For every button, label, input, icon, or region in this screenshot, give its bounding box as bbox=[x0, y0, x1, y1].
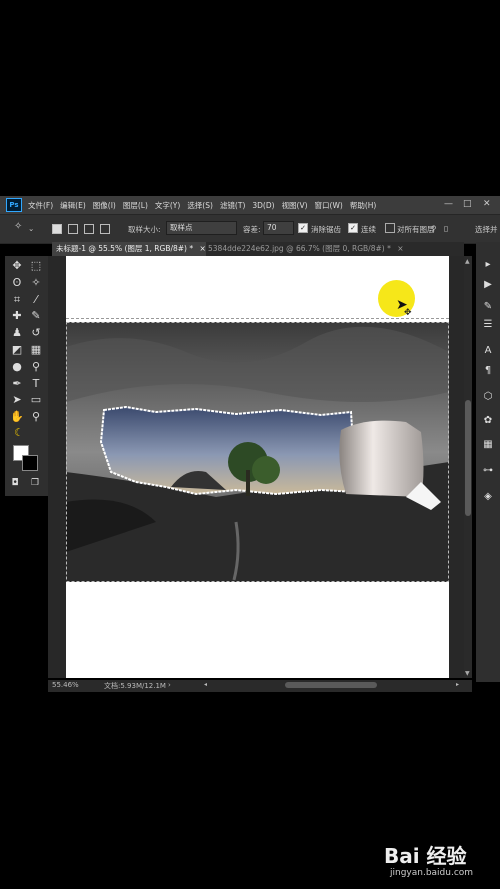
collapse-dock-icon[interactable]: ▸ bbox=[481, 258, 495, 272]
menu-image[interactable]: 图像(I) bbox=[93, 200, 116, 211]
all-layers-label: 对所有图层 bbox=[397, 225, 435, 234]
menu-help[interactable]: 帮助(H) bbox=[350, 200, 377, 211]
sample-size-label: 取样大小: bbox=[128, 225, 161, 234]
baidu-watermark: Bai 经验 jingyan.baidu.com bbox=[384, 830, 494, 885]
contiguous-label: 连续 bbox=[361, 225, 376, 234]
menu-file[interactable]: 文件(F) bbox=[28, 200, 53, 211]
vertical-scroll-thumb[interactable] bbox=[465, 400, 471, 516]
canvas-photo[interactable] bbox=[66, 322, 449, 582]
menu-3d[interactable]: 3D(D) bbox=[252, 201, 274, 210]
intersect-selection-icon[interactable] bbox=[100, 224, 110, 234]
select-subject-button[interactable]: 选择并 bbox=[475, 224, 498, 235]
scroll-right-icon[interactable]: ▸ bbox=[456, 681, 459, 688]
brush-settings-icon[interactable]: ✎ bbox=[481, 300, 495, 314]
scroll-left-icon[interactable]: ◂ bbox=[204, 681, 207, 688]
subtract-selection-icon[interactable] bbox=[84, 224, 94, 234]
magic-wand-tool-icon[interactable]: ✧ bbox=[27, 275, 45, 291]
pen-tool-icon[interactable]: ✒ bbox=[8, 376, 26, 392]
search-icon[interactable]: ⚲ bbox=[431, 224, 437, 233]
add-selection-icon[interactable] bbox=[68, 224, 78, 234]
options-bar: ✧ ⌄ 取样大小: 取样点 容差: 70 ✓ 消除锯齿 ✓ 连续 对所有图层 ⚲… bbox=[0, 214, 500, 244]
marquee-tool-icon[interactable]: ⬚ bbox=[27, 258, 45, 274]
horizontal-scroll-thumb[interactable] bbox=[285, 682, 377, 688]
hand-tool-icon[interactable]: ✋ bbox=[8, 409, 26, 425]
zoom-level[interactable]: 55.46% bbox=[52, 681, 79, 689]
gradient-tool-icon[interactable]: ▦ bbox=[27, 342, 45, 358]
move-cursor-icon: ✥ bbox=[404, 308, 412, 318]
banana-icon: ☾ bbox=[14, 426, 24, 439]
quick-mask-icon[interactable]: ◘ bbox=[6, 475, 24, 491]
workspace-icon[interactable]: ▯ bbox=[444, 224, 448, 233]
paths-icon[interactable]: ⊶ bbox=[481, 464, 495, 478]
tab-label: 未标题-1 @ 55.5% (图层 1, RGB/8#) * bbox=[56, 244, 194, 253]
menu-view[interactable]: 视图(V) bbox=[282, 200, 308, 211]
history-brush-tool-icon[interactable]: ↺ bbox=[27, 325, 45, 341]
paragraph-icon[interactable]: ¶ bbox=[481, 364, 495, 378]
all-layers-checkbox[interactable] bbox=[385, 223, 395, 233]
paper-curl bbox=[339, 420, 424, 497]
play-icon[interactable]: ▶ bbox=[481, 278, 495, 292]
minimize-button[interactable]: — bbox=[444, 199, 453, 209]
scroll-up-icon[interactable]: ▲ bbox=[465, 258, 470, 265]
new-selection-icon[interactable] bbox=[52, 224, 62, 234]
menu-window[interactable]: 窗口(W) bbox=[315, 200, 343, 211]
contiguous-checkbox[interactable]: ✓ bbox=[348, 223, 358, 233]
swatches-icon[interactable]: ▦ bbox=[481, 438, 495, 452]
anti-alias-checkbox[interactable]: ✓ bbox=[298, 223, 308, 233]
lasso-tool-icon[interactable]: ʘ bbox=[8, 275, 26, 291]
scroll-down-icon[interactable]: ▼ bbox=[465, 670, 470, 677]
menu-edit[interactable]: 编辑(E) bbox=[60, 200, 86, 211]
tab-label: 5384dde224e62.jpg @ 66.7% (图层 0, RGB/8#)… bbox=[208, 244, 391, 253]
type-tool-icon[interactable]: T bbox=[27, 376, 45, 392]
tolerance-input[interactable]: 70 bbox=[263, 221, 294, 235]
3d-icon[interactable]: ⬡ bbox=[481, 390, 495, 404]
tree-canopy bbox=[252, 456, 280, 484]
menu-type[interactable]: 文字(Y) bbox=[155, 200, 180, 211]
document-tabs: 未标题-1 @ 55.5% (图层 1, RGB/8#) * × 5384dde… bbox=[52, 242, 464, 256]
move-tool-icon[interactable]: ✥ bbox=[8, 258, 26, 274]
magic-wand-icon[interactable]: ✧ bbox=[14, 221, 22, 232]
crop-tool-icon[interactable]: ⌗ bbox=[8, 292, 26, 308]
dodge-tool-icon[interactable]: ⚲ bbox=[27, 359, 45, 375]
background-color-swatch[interactable] bbox=[22, 455, 38, 471]
adjust-icon[interactable]: ☰ bbox=[481, 318, 495, 332]
healing-tool-icon[interactable]: ✚ bbox=[8, 308, 26, 324]
maximize-button[interactable]: □ bbox=[463, 199, 472, 209]
brush-tool-icon[interactable]: ✎ bbox=[27, 308, 45, 324]
torn-color-strip bbox=[99, 405, 358, 496]
document-size: 文档:5.93M/12.1M bbox=[104, 682, 166, 690]
baidu-url: jingyan.baidu.com bbox=[390, 868, 474, 878]
eyedropper-tool-icon[interactable]: ⁄ bbox=[27, 292, 45, 308]
menu-select[interactable]: 选择(S) bbox=[187, 200, 213, 211]
screen-mode-icon[interactable]: ❐ bbox=[26, 475, 44, 491]
selection-edge bbox=[66, 318, 449, 319]
tab-jpg-file[interactable]: 5384dde224e62.jpg @ 66.7% (图层 0, RGB/8#)… bbox=[204, 242, 404, 256]
baidu-logo: Bai 经验 bbox=[384, 844, 467, 868]
layers-icon[interactable]: ◈ bbox=[481, 490, 495, 504]
tab-close-icon[interactable]: × bbox=[397, 244, 403, 253]
menu-bar: Ps 文件(F) 编辑(E) 图像(I) 图层(L) 文字(Y) 选择(S) 滤… bbox=[0, 196, 500, 214]
tolerance-label: 容差: bbox=[243, 225, 261, 234]
menu-filter[interactable]: 滤镜(T) bbox=[220, 200, 245, 211]
tree-trunk bbox=[246, 470, 250, 496]
eraser-tool-icon[interactable]: ◩ bbox=[8, 342, 26, 358]
color-icon[interactable]: ✿ bbox=[481, 414, 495, 428]
tool-preset-dropdown-icon[interactable]: ⌄ bbox=[28, 224, 34, 233]
close-button[interactable]: ✕ bbox=[483, 199, 491, 209]
path-select-tool-icon[interactable]: ➤ bbox=[8, 392, 26, 408]
blur-tool-icon[interactable]: ● bbox=[8, 359, 26, 375]
anti-alias-label: 消除锯齿 bbox=[311, 225, 341, 234]
zoom-tool-icon[interactable]: ⚲ bbox=[27, 409, 45, 425]
status-arrow-icon[interactable]: › bbox=[168, 681, 171, 689]
photoshop-logo-icon: Ps bbox=[6, 198, 22, 212]
sample-size-select[interactable]: 取样点 bbox=[166, 221, 237, 235]
menu-layer[interactable]: 图层(L) bbox=[123, 200, 148, 211]
shape-tool-icon[interactable]: ▭ bbox=[27, 392, 45, 408]
character-icon[interactable]: A bbox=[481, 344, 495, 358]
tab-untitled-1[interactable]: 未标题-1 @ 55.5% (图层 1, RGB/8#) * × bbox=[52, 242, 206, 256]
stamp-tool-icon[interactable]: ♟ bbox=[8, 325, 26, 341]
